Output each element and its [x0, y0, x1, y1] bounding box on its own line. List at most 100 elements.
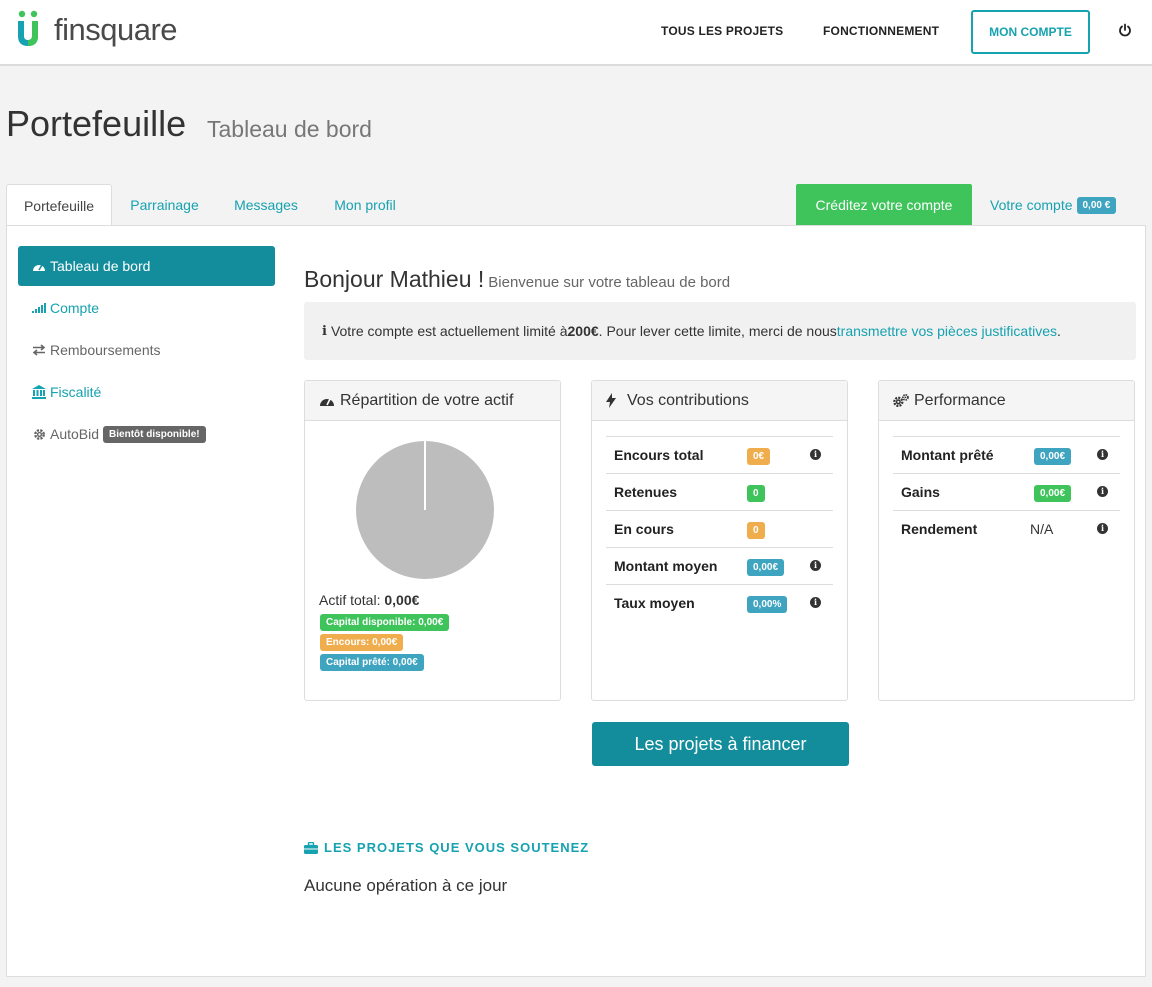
nav-all-projects[interactable]: TOUS LES PROJETS [661, 24, 783, 38]
sidebar-item-label: AutoBid [50, 426, 100, 442]
greeting-title: Bonjour Mathieu ! [304, 266, 485, 292]
balance-badge: 0,00 € [1076, 196, 1117, 214]
sidebar-item-label: Fiscalité [50, 384, 102, 400]
bolt-icon [606, 393, 622, 409]
sidebar-item-label: Tableau de bord [50, 258, 151, 274]
alert-limit: 200€ [567, 323, 599, 339]
sidebar-item-autobid[interactable]: AutoBid Bientôt disponible! [18, 414, 275, 454]
stat-value: 0 [747, 522, 765, 539]
info-icon[interactable]: i [810, 449, 821, 460]
sidebar-item-fiscalite[interactable]: Fiscalité [18, 372, 275, 412]
lent-capital-badge: Capital prêté: 0,00€ [320, 654, 424, 671]
alert-text-after: . Pour lever cette limite, merci de nous [598, 323, 837, 339]
stat-row: Montant moyen 0,00€ i [606, 547, 833, 584]
dashboard-icon [32, 259, 46, 273]
sidebar-item-dashboard[interactable]: Tableau de bord [18, 246, 275, 286]
asset-distribution-card: Répartition de votre actif Actif total: … [304, 380, 561, 701]
nav-how-it-works[interactable]: FONCTIONNEMENT [823, 24, 939, 38]
logo[interactable]: finsquare [16, 10, 178, 50]
card-title: Vos contributions [627, 391, 749, 409]
stat-value: 0,00€ [1034, 448, 1072, 465]
stat-label: Retenues [614, 484, 678, 500]
signal-icon [32, 301, 46, 315]
supported-projects-title: LES PROJETS QUE VOUS SOUTENEZ [304, 840, 589, 855]
stat-label: Gains [901, 484, 940, 500]
section-title-text: LES PROJETS QUE VOUS SOUTENEZ [324, 840, 590, 855]
stat-label: Montant prêté [901, 447, 994, 463]
projects-to-fund-button[interactable]: Les projets à financer [592, 722, 849, 766]
power-icon[interactable] [1117, 22, 1133, 38]
dashboard-icon [319, 393, 335, 409]
stat-row: Retenues 0 [606, 473, 833, 510]
account-limit-alert: i Votre compte est actuellement limité à… [304, 302, 1136, 360]
tab-portefeuille[interactable]: Portefeuille [6, 184, 112, 227]
gear-icon [32, 427, 46, 441]
finsquare-logo-icon [18, 10, 38, 46]
tab-account-balance[interactable]: Votre compte 0,00 € [990, 184, 1117, 226]
info-icon[interactable]: i [1097, 486, 1108, 497]
stat-value: 0€ [747, 448, 771, 465]
account-label: Votre compte [990, 197, 1073, 213]
card-header: Répartition de votre actif [305, 381, 560, 421]
stat-label: Montant moyen [614, 558, 718, 574]
total-assets: Actif total: 0,00€ [319, 592, 419, 608]
stat-row: Encours total 0€ i [606, 436, 833, 473]
available-capital-badge: Capital disponible: 0,00€ [320, 614, 450, 631]
greeting: Bonjour Mathieu ! Bienvenue sur votre tab… [304, 266, 730, 293]
alert-text-before: Votre compte est actuellement limité à [330, 323, 568, 339]
stat-row: Rendement N/A i [893, 510, 1120, 547]
sidebar-item-remboursements[interactable]: Remboursements [18, 330, 275, 370]
briefcase-icon [304, 841, 318, 854]
tab-mon-profil[interactable]: Mon profil [319, 184, 411, 226]
stat-value: 0,00% [747, 596, 788, 613]
info-icon[interactable]: i [810, 597, 821, 608]
coming-soon-badge: Bientôt disponible! [103, 425, 206, 443]
info-icon[interactable]: i [1097, 523, 1108, 534]
card-header: Performance [879, 381, 1134, 421]
card-title: Performance [914, 391, 1006, 409]
stat-value: 0,00€ [747, 559, 785, 576]
stat-row: Taux moyen 0,00% i [606, 584, 833, 621]
my-account-button[interactable]: MON COMPTE [971, 10, 1090, 54]
stat-value: N/A [1030, 521, 1054, 537]
send-documents-link[interactable]: transmettre vos pièces justificatives [837, 323, 1057, 339]
card-title: Répartition de votre actif [340, 391, 514, 409]
stat-value: 0,00€ [1034, 485, 1072, 502]
card-header: Vos contributions [592, 381, 847, 421]
outstanding-badge: Encours: 0,00€ [320, 634, 404, 651]
stat-value: 0 [747, 485, 765, 502]
stat-label: Rendement [901, 521, 978, 537]
info-icon[interactable]: i [1097, 449, 1108, 460]
credit-account-button[interactable]: Créditez votre compte [796, 184, 972, 226]
sidebar-item-label: Remboursements [50, 342, 161, 358]
tab-bar: Portefeuille Parrainage Messages Mon pro… [6, 184, 1146, 227]
info-icon[interactable]: i [810, 560, 821, 571]
stat-label: En cours [614, 521, 674, 537]
stat-label: Taux moyen [614, 595, 695, 611]
performance-card: Performance Montant prêté 0,00€ i Gains 0,00… [878, 380, 1135, 701]
stat-label: Encours total [614, 447, 704, 463]
top-header: finsquare TOUS LES PROJETS FONCTIONNEMEN… [0, 0, 1152, 66]
brand-name: finsquare [54, 12, 178, 47]
stat-row: Montant prêté 0,00€ i [893, 436, 1120, 473]
sidebar-item-compte[interactable]: Compte [18, 288, 275, 328]
page-title: Portefeuille [6, 103, 187, 144]
main-panel: Tableau de bord Compte Remboursements Fi… [6, 225, 1146, 977]
page-subtitle: Tableau de bord [207, 116, 372, 142]
contributions-card: Vos contributions Encours total 0€ i Retenu… [591, 380, 848, 701]
exchange-icon [32, 343, 46, 357]
empty-operations-text: Aucune opération à ce jour [304, 876, 508, 895]
info-icon: i [322, 323, 327, 339]
greeting-subtitle: Bienvenue sur votre tableau de bord [488, 274, 731, 291]
sidebar-item-label: Compte [50, 300, 100, 316]
stat-row: En cours 0 [606, 510, 833, 547]
total-assets-value: 0,00€ [384, 592, 420, 608]
tab-parrainage[interactable]: Parrainage [116, 184, 213, 226]
stat-row: Gains 0,00€ i [893, 473, 1120, 510]
tab-messages[interactable]: Messages [219, 184, 313, 226]
bank-icon [32, 385, 46, 399]
gears-icon [893, 393, 909, 409]
total-assets-label: Actif total: [319, 592, 385, 608]
alert-end: . [1056, 323, 1061, 339]
asset-pie-chart [356, 441, 494, 579]
